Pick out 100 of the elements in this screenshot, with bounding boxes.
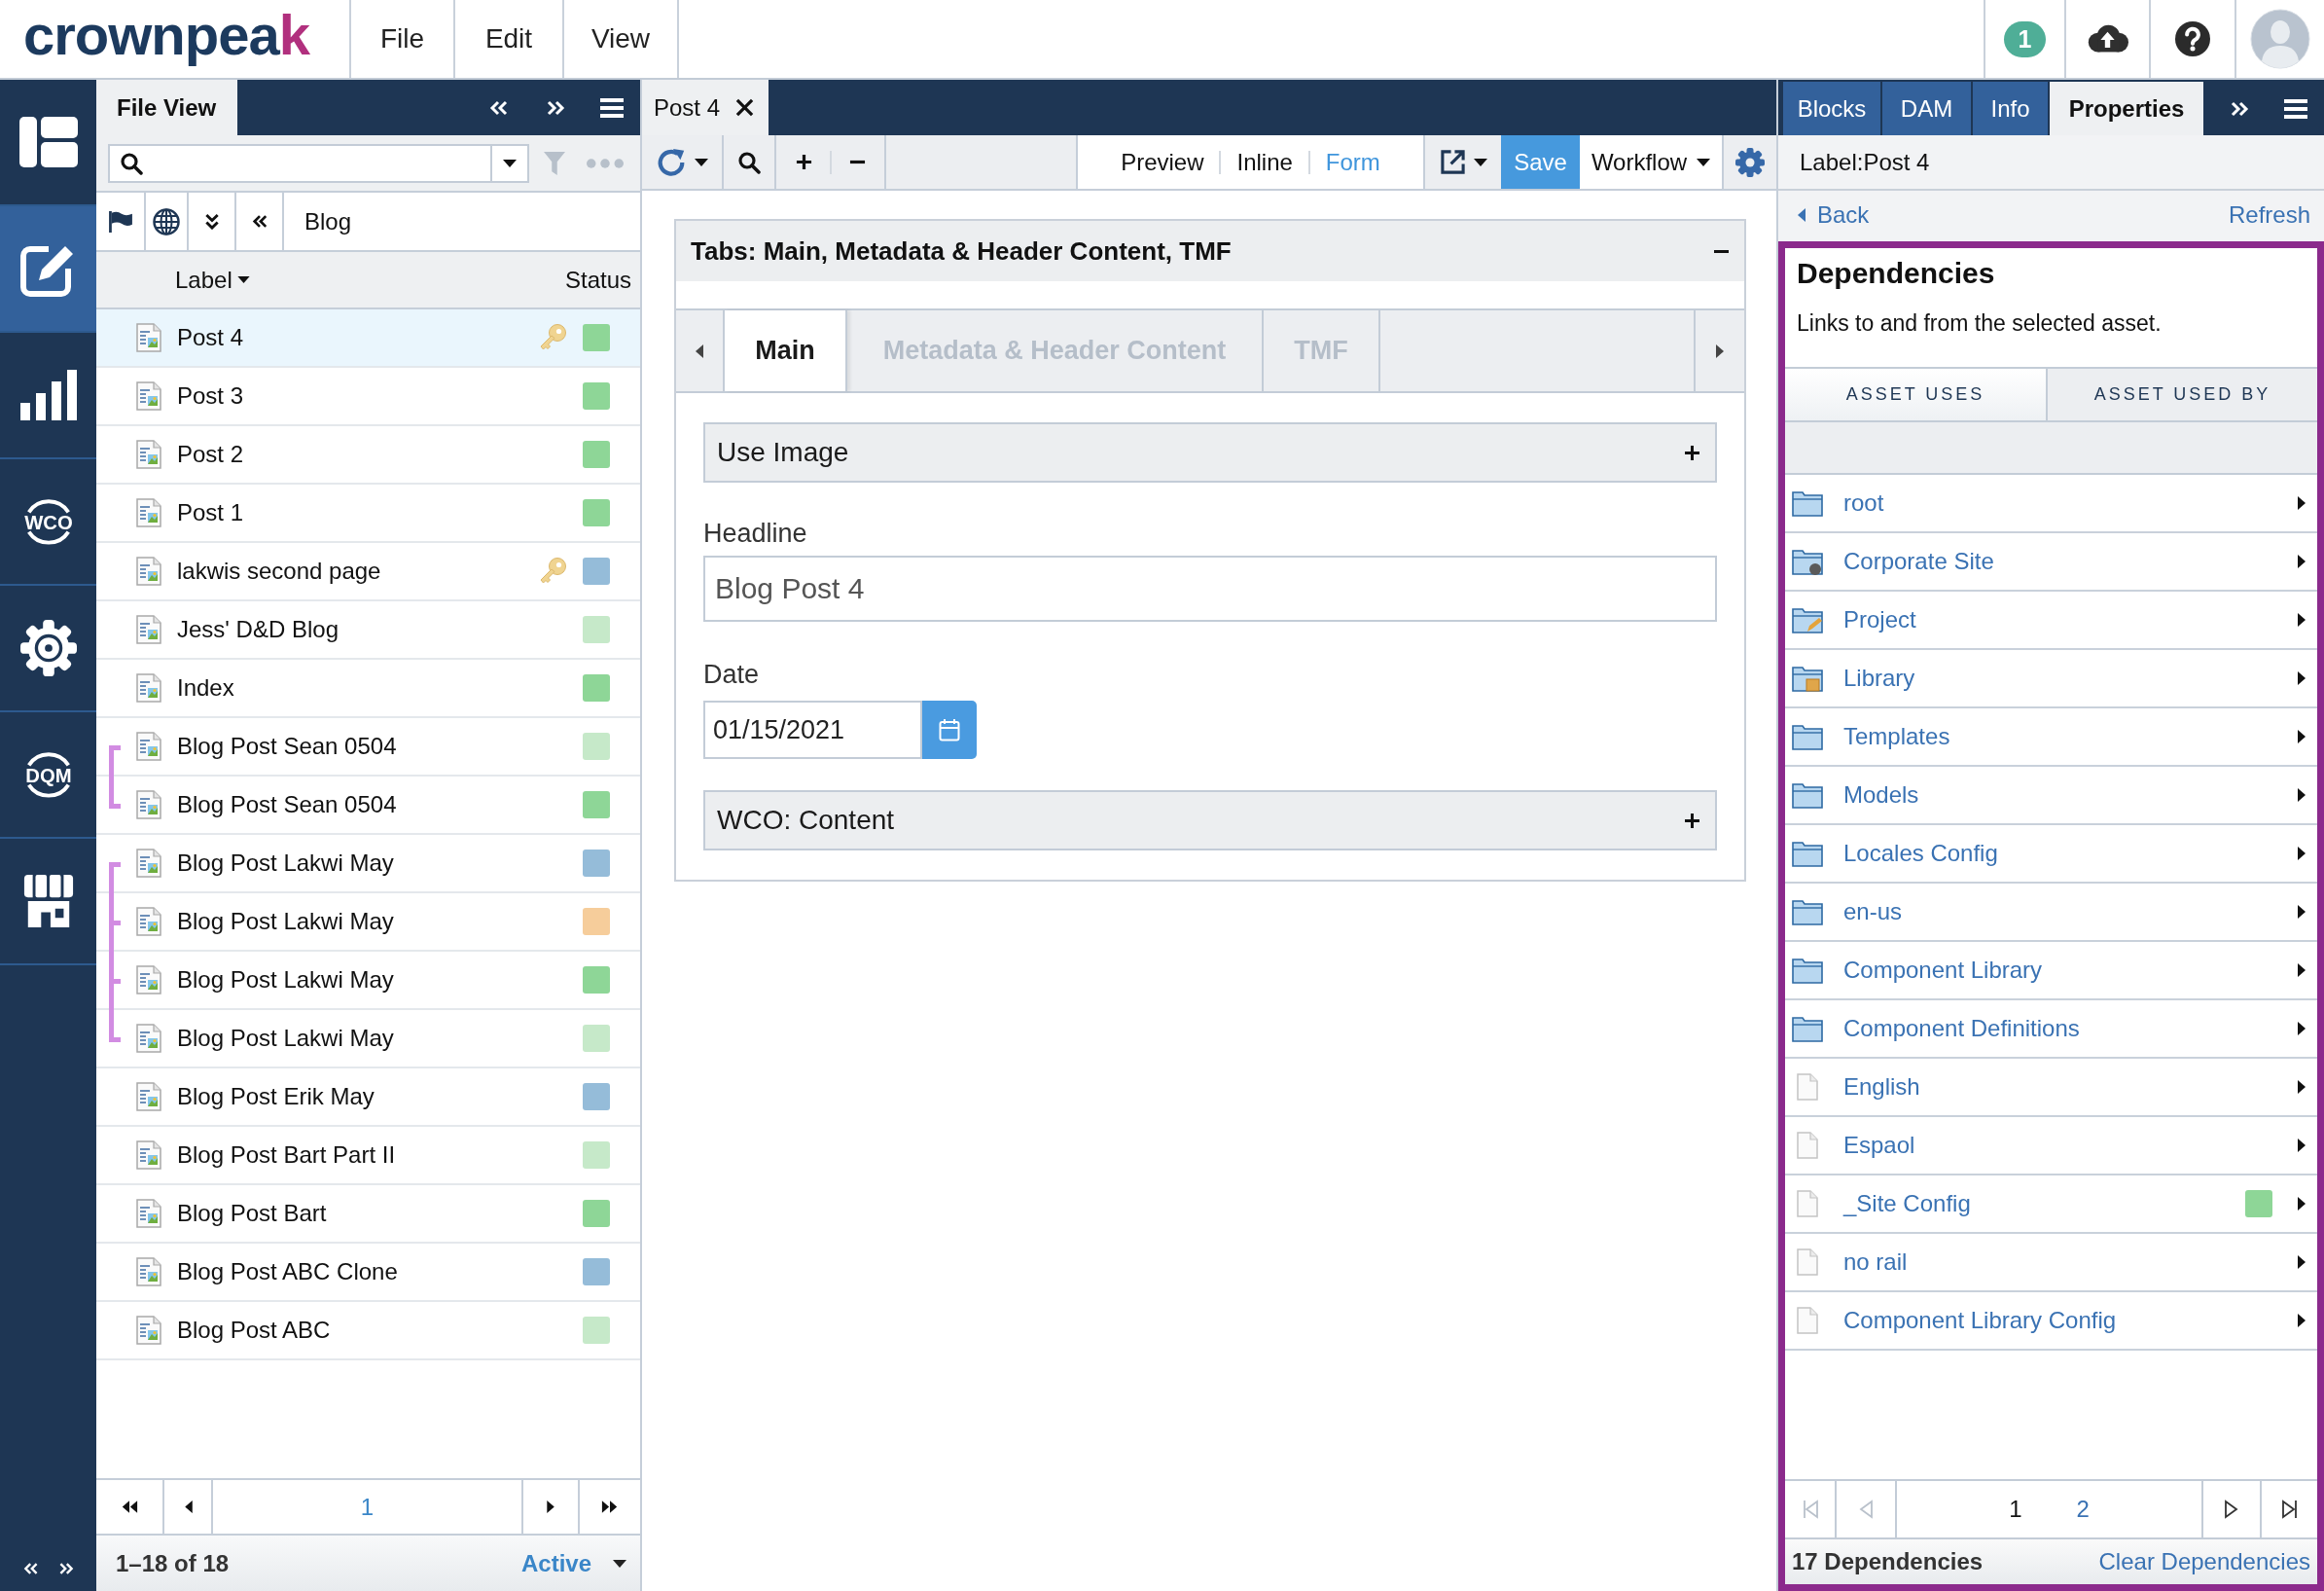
document-tab[interactable]: Post 4 xyxy=(642,80,769,135)
date-field[interactable]: 01/15/2021 xyxy=(703,701,922,759)
file-list-item[interactable]: Post 1 xyxy=(96,485,640,543)
double-chevron-down-icon[interactable] xyxy=(203,213,220,230)
dependency-item[interactable]: Library xyxy=(1785,650,2317,708)
close-icon[interactable] xyxy=(735,98,755,117)
caret-right-icon xyxy=(2298,847,2306,860)
file-list-item[interactable]: Index xyxy=(96,660,640,718)
dependency-item[interactable]: Corporate Site xyxy=(1785,533,2317,592)
collapse-icon[interactable] xyxy=(22,1562,39,1575)
caret-right-icon xyxy=(2298,788,2306,802)
view-mode-tab[interactable]: Preview xyxy=(1121,148,1204,176)
file-list-item[interactable]: Blog Post Lakwi May xyxy=(96,893,640,952)
file-list-item[interactable]: Blog Post Lakwi May xyxy=(96,835,640,893)
menu-item[interactable]: View xyxy=(564,0,679,78)
dependency-item[interactable]: root xyxy=(1785,475,2317,533)
file-list-item[interactable]: Post 3 xyxy=(96,368,640,426)
section-header[interactable]: WCO: Content xyxy=(703,790,1717,850)
panel-tab[interactable]: Properties xyxy=(2050,82,2203,135)
expand-icon[interactable] xyxy=(2230,100,2249,117)
external-link-icon[interactable] xyxy=(1439,149,1466,175)
panel-tab[interactable]: DAM xyxy=(1882,82,1973,135)
workflow-button[interactable]: Workflow xyxy=(1580,135,1722,189)
cloud-upload-icon[interactable] xyxy=(2087,24,2128,54)
dependency-tab[interactable]: ASSET USED BY xyxy=(2048,369,2317,420)
caret-right-icon xyxy=(2298,1255,2306,1269)
file-list-item[interactable]: Blog Post ABC xyxy=(96,1302,640,1360)
flag-icon[interactable] xyxy=(108,210,132,233)
dependency-item[interactable]: Models xyxy=(1785,767,2317,825)
scroll-left-icon[interactable] xyxy=(696,344,703,358)
expand-icon[interactable] xyxy=(546,99,565,116)
file-list-item[interactable]: Blog Post Sean 0504 xyxy=(96,777,640,835)
column-header[interactable]: Status xyxy=(564,266,631,294)
double-chevron-left-icon[interactable] xyxy=(251,213,268,230)
file-list-item[interactable]: Blog Post Lakwi May xyxy=(96,952,640,1010)
file-list-item[interactable]: Blog Post Lakwi May xyxy=(96,1010,640,1068)
previous-page-icon[interactable] xyxy=(183,1500,193,1514)
dependency-item[interactable]: no rail xyxy=(1785,1234,2317,1292)
first-page-icon[interactable] xyxy=(121,1500,138,1514)
search-field[interactable] xyxy=(108,143,529,183)
help-icon[interactable] xyxy=(2175,21,2210,56)
dependency-tab[interactable]: ASSET USES xyxy=(1785,369,2048,420)
settings-icon[interactable] xyxy=(1735,147,1765,177)
file-list-item[interactable]: Blog Post ABC Clone xyxy=(96,1244,640,1302)
back-link[interactable]: Back xyxy=(1798,200,1870,229)
page-link[interactable]: 1 xyxy=(2009,1496,2022,1523)
rail-button[interactable]: WCO xyxy=(0,459,96,586)
dependency-item[interactable]: en-us xyxy=(1785,884,2317,942)
search-icon[interactable] xyxy=(737,150,761,174)
dependency-item[interactable]: Component Library xyxy=(1785,942,2317,1000)
file-list-item[interactable]: Blog Post Bart xyxy=(96,1185,640,1244)
dependency-item[interactable]: Locales Config xyxy=(1785,825,2317,884)
calendar-button[interactable] xyxy=(922,701,977,759)
last-page-icon[interactable] xyxy=(2281,1500,2298,1519)
project-folder-icon xyxy=(1792,606,1823,633)
file-list-item[interactable]: Blog Post Erik May xyxy=(96,1068,640,1127)
file-list-item[interactable]: lakwis second page xyxy=(96,543,640,601)
clear-dependencies-link[interactable]: Clear Dependencies xyxy=(2098,1548,2310,1575)
view-mode-tab[interactable]: Inline xyxy=(1236,148,1293,176)
dependency-item[interactable]: Component Definitions xyxy=(1785,1000,2317,1059)
rail-button[interactable]: DQM xyxy=(0,712,96,839)
dependency-item[interactable]: Component Library Config xyxy=(1785,1292,2317,1351)
file-list-item[interactable]: Jess' D&D Blog xyxy=(96,601,640,660)
expand-icon[interactable] xyxy=(57,1562,74,1575)
scroll-right-icon[interactable] xyxy=(1716,344,1724,358)
dependency-item[interactable]: English xyxy=(1785,1059,2317,1117)
zoom-in-icon[interactable] xyxy=(795,154,812,170)
dependency-item[interactable]: Project xyxy=(1785,592,2317,650)
file-list-item[interactable]: Post 2 xyxy=(96,426,640,485)
panel-tab[interactable]: Info xyxy=(1973,82,2050,135)
menu-icon[interactable] xyxy=(2284,98,2307,119)
caret-icon[interactable] xyxy=(695,158,708,166)
page-link[interactable]: 1 xyxy=(360,1493,375,1521)
panel-tab[interactable]: Blocks xyxy=(1783,82,1882,135)
last-page-icon[interactable] xyxy=(601,1500,619,1514)
dependency-item[interactable]: Templates xyxy=(1785,708,2317,767)
panel-tab[interactable]: File View xyxy=(96,80,237,135)
dependency-item[interactable]: Espaol xyxy=(1785,1117,2317,1175)
column-header[interactable]: Label xyxy=(175,266,250,294)
refresh-icon[interactable] xyxy=(656,146,687,178)
menu-item[interactable]: Edit xyxy=(455,0,564,78)
field-label: Headline xyxy=(703,518,808,549)
next-page-icon[interactable] xyxy=(2224,1500,2239,1519)
menu-icon[interactable] xyxy=(600,97,624,118)
text-field[interactable]: Blog Post 4 xyxy=(703,556,1717,622)
globe-icon[interactable] xyxy=(153,207,180,235)
section-header[interactable]: Use Image xyxy=(703,422,1717,483)
file-list-item[interactable]: Post 4 xyxy=(96,309,640,368)
file-list-item[interactable]: Blog Post Sean 0504 xyxy=(96,718,640,777)
page-link[interactable]: 2 xyxy=(2076,1496,2090,1523)
next-page-icon[interactable] xyxy=(546,1500,555,1514)
breadcrumb[interactable]: Blog xyxy=(284,207,352,235)
caret-icon[interactable] xyxy=(1473,158,1487,166)
file-list-item[interactable]: Blog Post Bart Part II xyxy=(96,1127,640,1185)
caret-icon[interactable] xyxy=(503,159,517,167)
content-tab[interactable]: Main xyxy=(725,310,847,391)
collapse-icon[interactable] xyxy=(489,99,509,116)
refresh-link[interactable]: Refresh xyxy=(2228,200,2310,229)
menu-item[interactable]: File xyxy=(351,0,455,78)
dependency-item[interactable]: _Site Config xyxy=(1785,1175,2317,1234)
